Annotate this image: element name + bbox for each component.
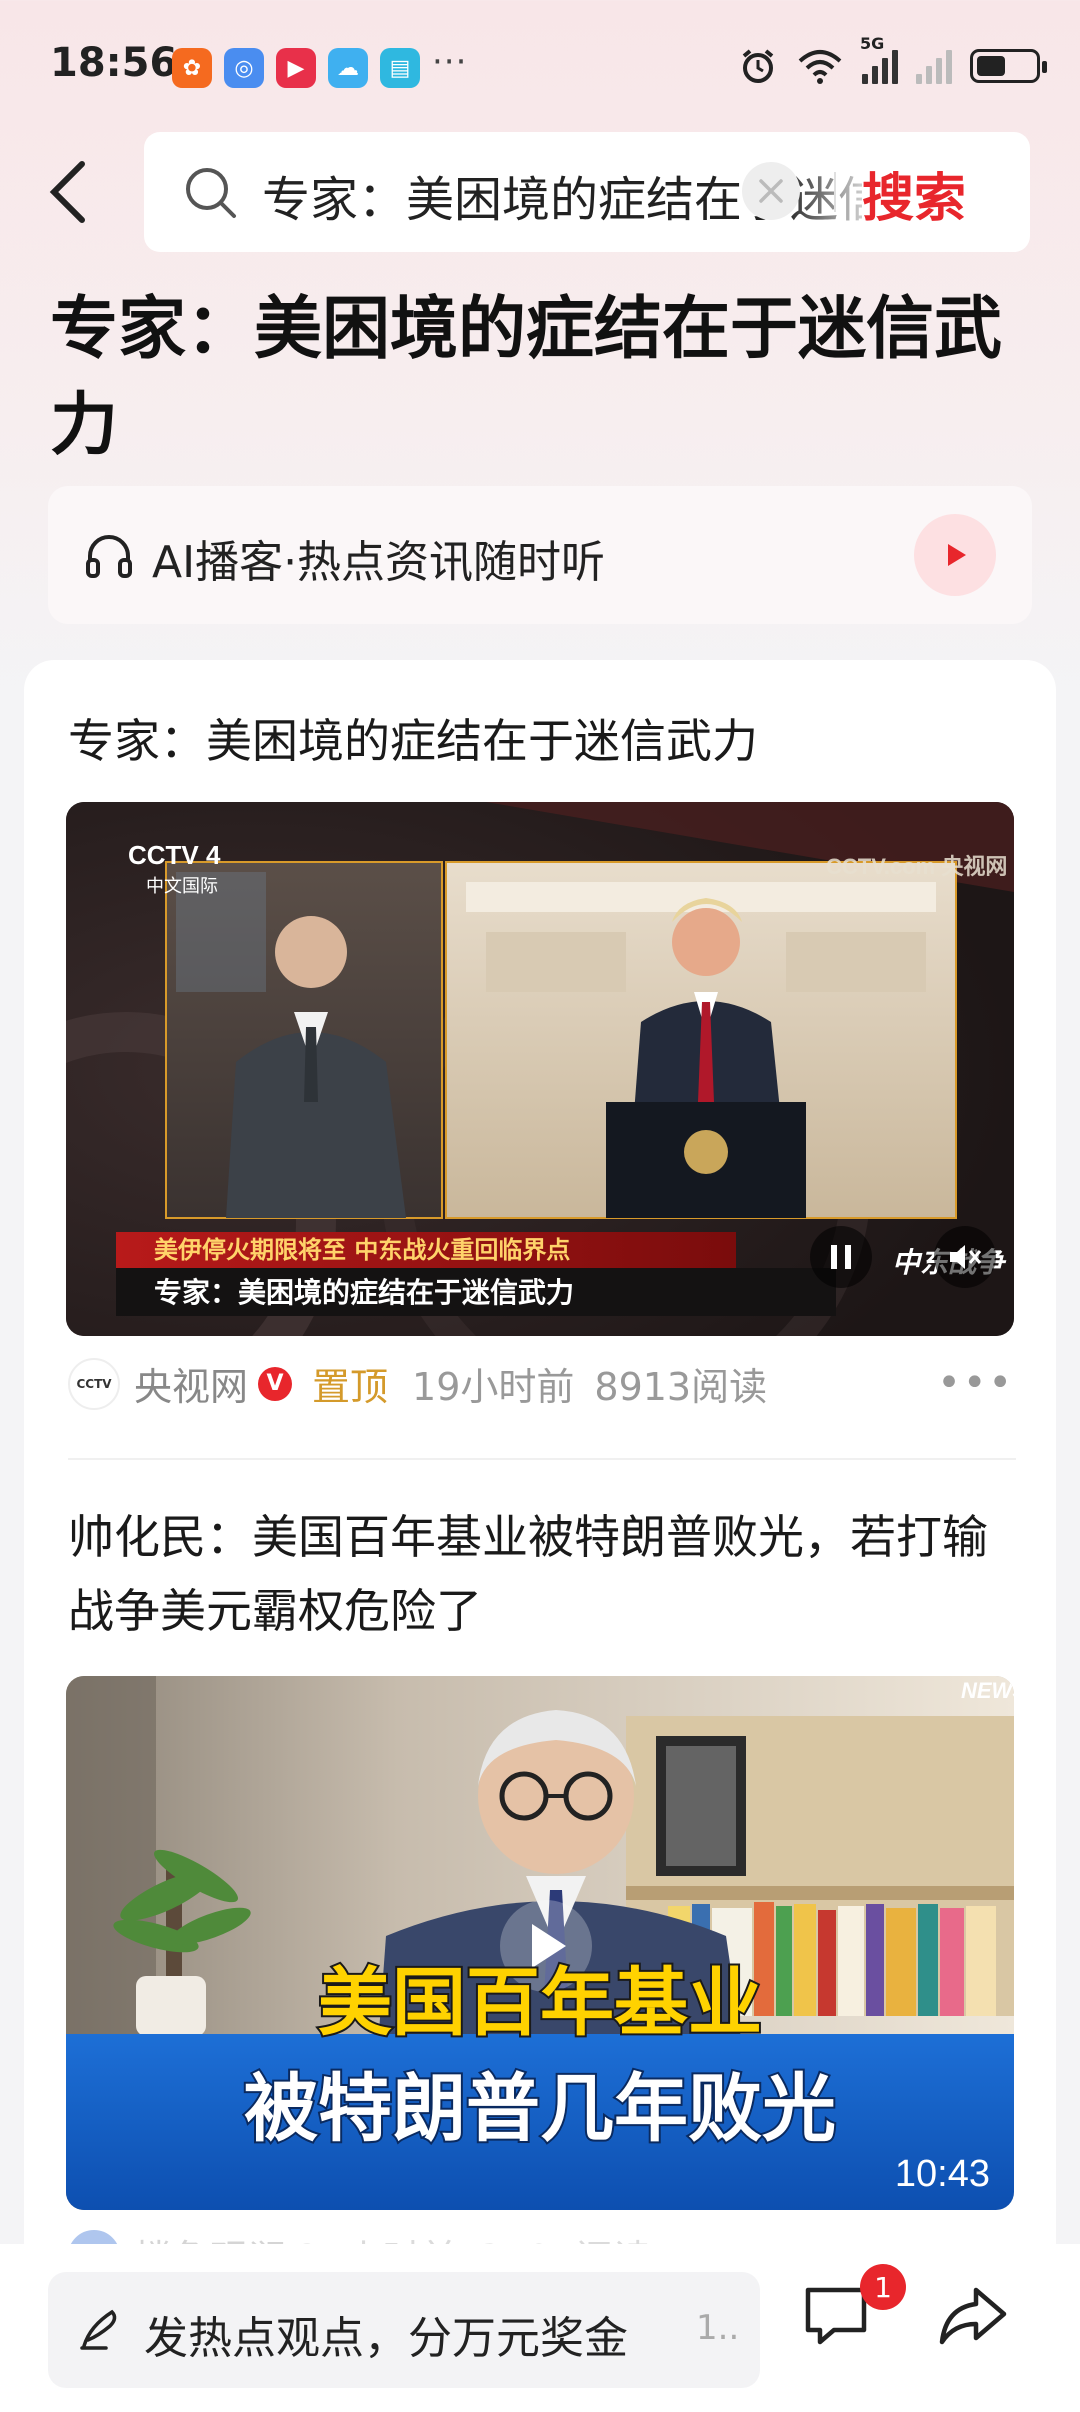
page-title: 专家：美困境的症结在于迷信武力 [50, 290, 1003, 465]
status-time: 18:56 [50, 40, 178, 86]
article-title[interactable]: 专家：美困境的症结在于迷信武力 [68, 704, 1018, 778]
wifi-icon [798, 50, 842, 84]
share-button[interactable] [936, 2282, 1010, 2354]
article-title[interactable]: 帅化民：美国百年基业被特朗普败光，若打输战争美元霸权危险了 [68, 1500, 1018, 1648]
search-divider [834, 172, 836, 212]
pinned-tag: 置顶 [312, 1365, 389, 1409]
pen-icon [80, 2309, 117, 2350]
alarm-icon [742, 49, 774, 83]
video-thumbnail[interactable]: CCTV 4 中文国际 CCTV.com 央视网 美伊停火期限将至 中东战火重回… [66, 802, 1014, 1336]
play-icon [948, 544, 966, 566]
article-meta: CCTV 央视网 V 置顶 19小时前 8913阅读 [68, 1356, 787, 1411]
video-thumbnail[interactable]: NEWS 美国百年基业 被特朗普几年败光 10:43 [66, 1676, 1014, 2210]
read-count: 8913阅读 [594, 1365, 768, 1409]
more-options-button[interactable]: ••• [937, 1360, 1014, 1406]
channel-logo: CCTV 4 [128, 840, 221, 870]
app-icon: ◎ [224, 48, 264, 88]
kuaishou-icon: ✿ [172, 48, 212, 88]
podcast-label: AI播客·热点资讯随时听 [152, 537, 606, 588]
signal-sim2-icon [916, 48, 952, 84]
video-frame: NEWS 美国百年基业 被特朗普几年败光 10:43 [66, 1676, 1014, 2210]
status-indicators: 5G [738, 34, 1047, 86]
caption-line-1: 美国百年基业 [318, 1960, 762, 2046]
ai-podcast-bar[interactable]: AI播客·热点资讯随时听 [48, 486, 1032, 624]
back-button[interactable] [38, 152, 98, 232]
search-results-card: 专家：美困境的症结在于迷信武力 CCTV 4 中文国际 CCTV.com 央视网… [24, 660, 1056, 2412]
article-divider [68, 1458, 1016, 1460]
source-avatar[interactable]: CCTV [68, 1357, 120, 1410]
pause-icon [831, 1245, 851, 1269]
video-app-icon: ▶ [276, 48, 316, 88]
battery-icon [970, 49, 1047, 83]
notification-icons: ✿ ◎ ▶ ☁ ▤ [172, 48, 420, 88]
search-icon [186, 168, 236, 218]
source-name[interactable]: 央视网 [134, 1356, 248, 1411]
comment-input[interactable]: 发热点观点，分万元奖金 1.. [48, 2272, 760, 2388]
video-duration: 10:43 [895, 2153, 990, 2195]
comment-count-badge: 1 [860, 2264, 906, 2310]
search-box[interactable]: 专家：美困境的症结在于迷信武力 搜索 [144, 132, 1030, 252]
headphones-icon [86, 535, 132, 578]
signal-5g-icon: 5G [860, 34, 898, 84]
channel-subtitle: 中文国际 [146, 876, 218, 897]
mute-button[interactable] [934, 1226, 996, 1288]
share-arrow-icon [939, 2287, 1007, 2345]
more-notifications-icon: ··· [432, 42, 468, 82]
news-banner-bottom: 专家：美困境的症结在于迷信武力 [154, 1276, 574, 1309]
pause-button[interactable] [810, 1226, 872, 1288]
publish-time: 19小时前 [412, 1365, 575, 1409]
verified-badge: V [258, 1366, 293, 1401]
comment-more: 1.. [696, 2308, 740, 2348]
search-button[interactable]: 搜索 [862, 156, 966, 231]
weather-icon: ☁ [328, 48, 368, 88]
corner-tag: NEWS [961, 1678, 1014, 1703]
comment-placeholder: 发热点观点，分万元奖金 [144, 2313, 628, 2364]
podcast-play-button[interactable] [914, 514, 996, 596]
chevron-left-icon [49, 161, 85, 223]
close-icon [759, 179, 783, 203]
clear-search-button[interactable] [742, 162, 800, 220]
network-type: 5G [860, 34, 885, 53]
status-bar: 18:56 ✿ ◎ ▶ ☁ ▤ ··· 5G [0, 0, 1080, 130]
speaker-muted-icon [950, 1245, 982, 1269]
video-watermark: CCTV.com 央视网 [826, 854, 1007, 879]
bottom-action-bar: 发热点观点，分万元奖金 1.. 1 [0, 2244, 1080, 2412]
caption-line-2: 被特朗普几年败光 [244, 2066, 836, 2152]
reader-icon: ▤ [380, 48, 420, 88]
news-banner-top: 美伊停火期限将至 中东战火重回临界点 [154, 1236, 570, 1264]
